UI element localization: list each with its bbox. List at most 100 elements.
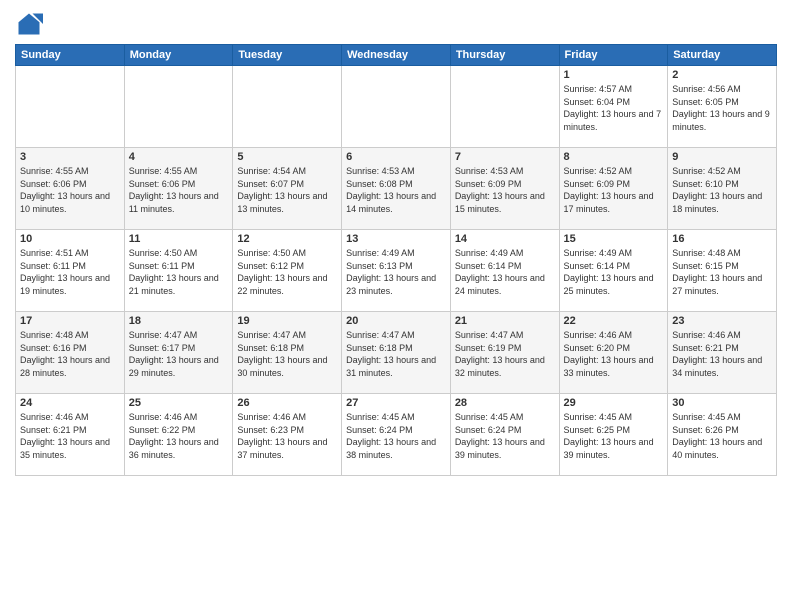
day-info: Sunrise: 4:52 AMSunset: 6:09 PMDaylight:…	[564, 165, 664, 215]
calendar-cell: 4 Sunrise: 4:55 AMSunset: 6:06 PMDaylight…	[124, 148, 233, 230]
day-number: 2	[672, 69, 772, 81]
day-number: 30	[672, 397, 772, 409]
day-info: Sunrise: 4:45 AMSunset: 6:25 PMDaylight:…	[564, 411, 664, 461]
logo	[15, 10, 47, 38]
calendar-cell: 23 Sunrise: 4:46 AMSunset: 6:21 PMDayligh…	[668, 312, 777, 394]
calendar-cell: 24Sunrise: 4:46 AMSunset: 6:21 PMDayligh…	[16, 394, 125, 476]
calendar-cell: 27 Sunrise: 4:45 AMSunset: 6:24 PMDayligh…	[342, 394, 451, 476]
calendar-cell: 16 Sunrise: 4:48 AMSunset: 6:15 PMDayligh…	[668, 230, 777, 312]
day-header-monday: Monday	[124, 45, 233, 66]
day-number: 27	[346, 397, 446, 409]
day-info: Sunrise: 4:45 AMSunset: 6:24 PMDaylight:…	[346, 411, 446, 461]
calendar-cell: 6 Sunrise: 4:53 AMSunset: 6:08 PMDaylight…	[342, 148, 451, 230]
day-number: 8	[564, 151, 664, 163]
day-number: 4	[129, 151, 229, 163]
day-number: 18	[129, 315, 229, 327]
day-header-tuesday: Tuesday	[233, 45, 342, 66]
week-row-0: 1 Sunrise: 4:57 AMSunset: 6:04 PMDaylight…	[16, 66, 777, 148]
day-info: Sunrise: 4:53 AMSunset: 6:09 PMDaylight:…	[455, 165, 555, 215]
day-info: Sunrise: 4:48 AMSunset: 6:15 PMDaylight:…	[672, 247, 772, 297]
day-number: 22	[564, 315, 664, 327]
calendar-cell	[16, 66, 125, 148]
day-number: 13	[346, 233, 446, 245]
calendar-cell: 5 Sunrise: 4:54 AMSunset: 6:07 PMDaylight…	[233, 148, 342, 230]
calendar-cell: 28Sunrise: 4:45 AMSunset: 6:24 PMDayligh…	[450, 394, 559, 476]
day-info: Sunrise: 4:56 AMSunset: 6:05 PMDaylight:…	[672, 83, 772, 133]
calendar-cell: 10 Sunrise: 4:51 AMSunset: 6:11 PMDayligh…	[16, 230, 125, 312]
day-info: Sunrise: 4:46 AMSunset: 6:22 PMDaylight:…	[129, 411, 229, 461]
calendar-cell: 25 Sunrise: 4:46 AMSunset: 6:22 PMDayligh…	[124, 394, 233, 476]
day-number: 5	[237, 151, 337, 163]
day-header-wednesday: Wednesday	[342, 45, 451, 66]
calendar-cell: 13 Sunrise: 4:49 AMSunset: 6:13 PMDayligh…	[342, 230, 451, 312]
day-number: 16	[672, 233, 772, 245]
day-info: Sunrise: 4:55 AMSunset: 6:06 PMDaylight:…	[20, 165, 120, 215]
day-number: 14	[455, 233, 555, 245]
calendar-cell: 30 Sunrise: 4:45 AMSunset: 6:26 PMDayligh…	[668, 394, 777, 476]
day-info: Sunrise: 4:46 AMSunset: 6:23 PMDaylight:…	[237, 411, 337, 461]
calendar-cell: 18 Sunrise: 4:47 AMSunset: 6:17 PMDayligh…	[124, 312, 233, 394]
calendar-cell: 7 Sunrise: 4:53 AMSunset: 6:09 PMDaylight…	[450, 148, 559, 230]
day-info: Sunrise: 4:50 AMSunset: 6:11 PMDaylight:…	[129, 247, 229, 297]
day-number: 20	[346, 315, 446, 327]
day-info: Sunrise: 4:50 AMSunset: 6:12 PMDaylight:…	[237, 247, 337, 297]
day-info: Sunrise: 4:46 AMSunset: 6:21 PMDaylight:…	[672, 329, 772, 379]
day-number: 15	[564, 233, 664, 245]
calendar-cell: 19Sunrise: 4:47 AMSunset: 6:18 PMDayligh…	[233, 312, 342, 394]
day-info: Sunrise: 4:48 AMSunset: 6:16 PMDaylight:…	[20, 329, 120, 379]
day-number: 7	[455, 151, 555, 163]
day-number: 17	[20, 315, 120, 327]
day-number: 9	[672, 151, 772, 163]
calendar-cell: 14 Sunrise: 4:49 AMSunset: 6:14 PMDayligh…	[450, 230, 559, 312]
calendar-cell: 20 Sunrise: 4:47 AMSunset: 6:18 PMDayligh…	[342, 312, 451, 394]
day-info: Sunrise: 4:52 AMSunset: 6:10 PMDaylight:…	[672, 165, 772, 215]
day-number: 23	[672, 315, 772, 327]
calendar-cell: 11 Sunrise: 4:50 AMSunset: 6:11 PMDayligh…	[124, 230, 233, 312]
calendar-cell: 2 Sunrise: 4:56 AMSunset: 6:05 PMDaylight…	[668, 66, 777, 148]
calendar-cell	[342, 66, 451, 148]
calendar-cell: 22 Sunrise: 4:46 AMSunset: 6:20 PMDayligh…	[559, 312, 668, 394]
week-row-1: 3 Sunrise: 4:55 AMSunset: 6:06 PMDaylight…	[16, 148, 777, 230]
calendar-cell: 3 Sunrise: 4:55 AMSunset: 6:06 PMDaylight…	[16, 148, 125, 230]
calendar: SundayMondayTuesdayWednesdayThursdayFrid…	[15, 44, 777, 476]
day-number: 11	[129, 233, 229, 245]
day-info: Sunrise: 4:46 AMSunset: 6:20 PMDaylight:…	[564, 329, 664, 379]
calendar-cell: 26Sunrise: 4:46 AMSunset: 6:23 PMDayligh…	[233, 394, 342, 476]
day-number: 21	[455, 315, 555, 327]
day-info: Sunrise: 4:49 AMSunset: 6:14 PMDaylight:…	[455, 247, 555, 297]
day-number: 10	[20, 233, 120, 245]
day-info: Sunrise: 4:55 AMSunset: 6:06 PMDaylight:…	[129, 165, 229, 215]
day-info: Sunrise: 4:45 AMSunset: 6:26 PMDaylight:…	[672, 411, 772, 461]
day-info: Sunrise: 4:49 AMSunset: 6:14 PMDaylight:…	[564, 247, 664, 297]
day-info: Sunrise: 4:51 AMSunset: 6:11 PMDaylight:…	[20, 247, 120, 297]
calendar-cell: 8 Sunrise: 4:52 AMSunset: 6:09 PMDaylight…	[559, 148, 668, 230]
day-number: 19	[237, 315, 337, 327]
day-info: Sunrise: 4:53 AMSunset: 6:08 PMDaylight:…	[346, 165, 446, 215]
day-number: 3	[20, 151, 120, 163]
week-row-4: 24Sunrise: 4:46 AMSunset: 6:21 PMDayligh…	[16, 394, 777, 476]
calendar-cell: 1 Sunrise: 4:57 AMSunset: 6:04 PMDaylight…	[559, 66, 668, 148]
day-number: 29	[564, 397, 664, 409]
day-info: Sunrise: 4:47 AMSunset: 6:17 PMDaylight:…	[129, 329, 229, 379]
day-info: Sunrise: 4:49 AMSunset: 6:13 PMDaylight:…	[346, 247, 446, 297]
header	[15, 10, 777, 38]
calendar-cell: 9 Sunrise: 4:52 AMSunset: 6:10 PMDaylight…	[668, 148, 777, 230]
day-info: Sunrise: 4:47 AMSunset: 6:19 PMDaylight:…	[455, 329, 555, 379]
day-header-thursday: Thursday	[450, 45, 559, 66]
calendar-cell	[450, 66, 559, 148]
logo-icon	[15, 10, 43, 38]
page: SundayMondayTuesdayWednesdayThursdayFrid…	[0, 0, 792, 612]
day-info: Sunrise: 4:45 AMSunset: 6:24 PMDaylight:…	[455, 411, 555, 461]
day-number: 1	[564, 69, 664, 81]
day-info: Sunrise: 4:57 AMSunset: 6:04 PMDaylight:…	[564, 83, 664, 133]
day-number: 25	[129, 397, 229, 409]
calendar-cell	[124, 66, 233, 148]
day-number: 6	[346, 151, 446, 163]
week-row-3: 17 Sunrise: 4:48 AMSunset: 6:16 PMDayligh…	[16, 312, 777, 394]
day-info: Sunrise: 4:54 AMSunset: 6:07 PMDaylight:…	[237, 165, 337, 215]
calendar-cell: 15 Sunrise: 4:49 AMSunset: 6:14 PMDayligh…	[559, 230, 668, 312]
day-number: 12	[237, 233, 337, 245]
calendar-cell: 17 Sunrise: 4:48 AMSunset: 6:16 PMDayligh…	[16, 312, 125, 394]
day-headers-row: SundayMondayTuesdayWednesdayThursdayFrid…	[16, 45, 777, 66]
day-info: Sunrise: 4:47 AMSunset: 6:18 PMDaylight:…	[346, 329, 446, 379]
